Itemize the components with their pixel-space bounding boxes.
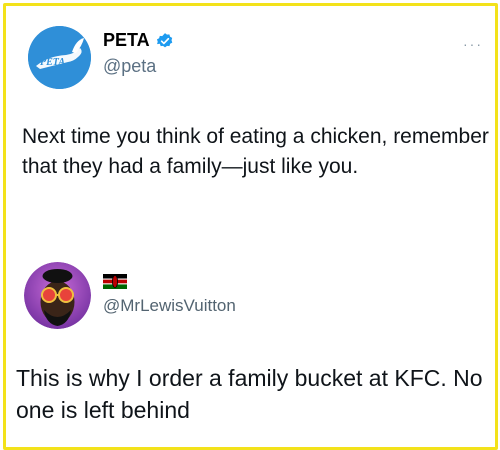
author-handle[interactable]: @peta (103, 56, 156, 77)
kenya-flag-icon (103, 274, 127, 289)
peta-logo-icon: PETA (28, 26, 91, 89)
person-avatar-icon (24, 262, 91, 329)
peta-logo-text: PETA (40, 57, 65, 68)
screenshot-frame: PETA PETA @peta ··· Next time you think … (3, 3, 498, 450)
author-name-row: PETA (103, 30, 174, 51)
verified-badge-icon (156, 32, 172, 47)
tweet-text: Next time you think of eating a chicken,… (22, 125, 489, 178)
peta-avatar[interactable]: PETA (28, 26, 91, 89)
more-options-icon[interactable]: ··· (463, 36, 483, 52)
author-name[interactable]: PETA (103, 30, 150, 51)
reply-handle[interactable]: @MrLewisVuitton (103, 296, 236, 316)
reply-avatar[interactable] (24, 262, 91, 329)
reply-text: This is why I order a family bucket at K… (16, 365, 483, 423)
